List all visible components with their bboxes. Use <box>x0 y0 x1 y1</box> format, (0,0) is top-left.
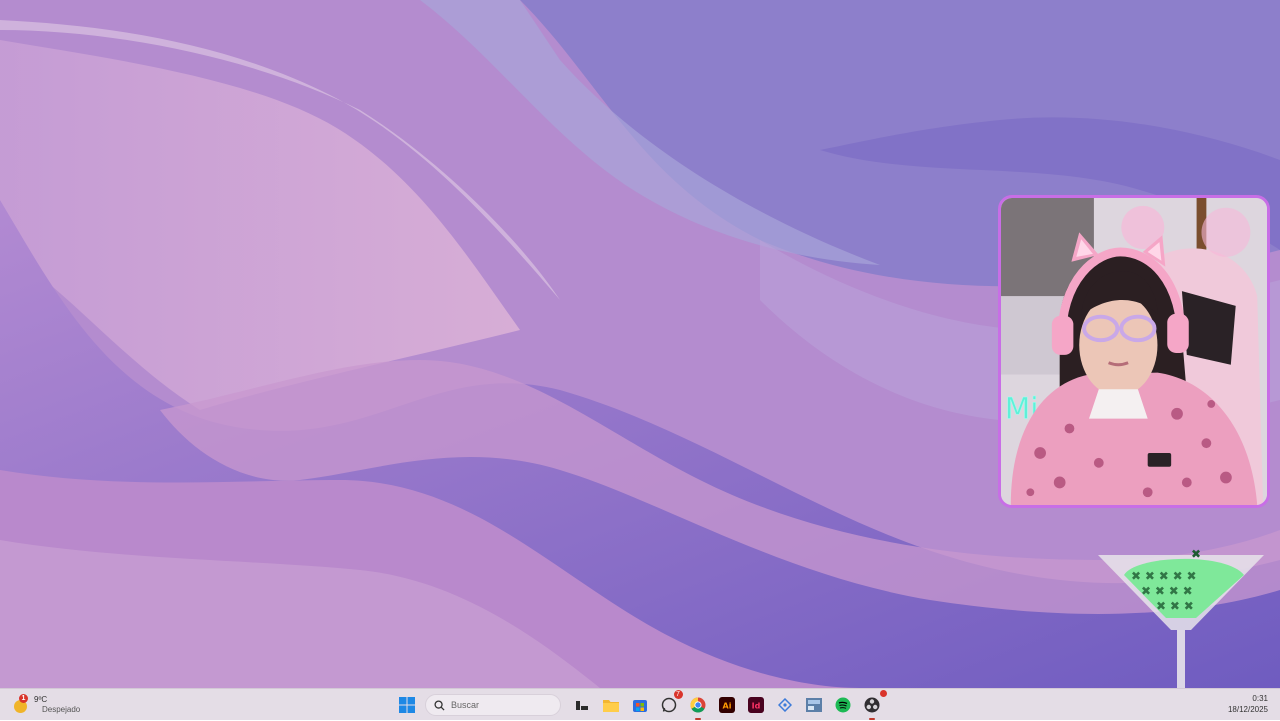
folder-icon <box>602 700 619 712</box>
svg-text:✖ ✖ ✖: ✖ ✖ ✖ <box>1156 599 1194 613</box>
weather-notification-badge: 1 <box>19 694 28 703</box>
chrome-button[interactable] <box>686 693 710 720</box>
search-icon <box>434 699 445 711</box>
spotify-icon <box>835 697 850 713</box>
weather-widget[interactable]: 1 9ºC Despejado <box>12 693 80 717</box>
search-placeholder: Buscar <box>451 700 480 710</box>
thumbnail-app-button[interactable] <box>802 693 826 717</box>
illustrator-button[interactable]: Ai <box>715 693 739 717</box>
weather-condition: Despejado <box>42 705 81 714</box>
webcam-image: Mi <box>1001 198 1267 505</box>
martini-glass-widget: ✖ ✖ ✖ ✖ ✖ ✖ ✖ ✖ ✖ ✖ ✖ ✖ ✖ <box>1098 547 1264 688</box>
svg-text:✖ ✖ ✖ ✖ ✖: ✖ ✖ ✖ ✖ ✖ <box>1131 569 1197 583</box>
microsoft-store-button[interactable] <box>628 693 652 717</box>
desktop[interactable]: Mi ✖ ✖ ✖ ✖ ✖ ✖ ✖ ✖ ✖ ✖ ✖ ✖ ✖ <box>0 0 1280 688</box>
taskbar-apps: Buscar 7 Ai Id <box>392 689 887 721</box>
obs-button[interactable] <box>860 690 887 720</box>
illustrator-label: Ai <box>722 702 731 711</box>
taskbar: 1 9ºC Despejado Buscar 7 Ai Id 0:31 18/1… <box>0 688 1280 720</box>
start-button[interactable] <box>395 693 419 717</box>
taskbar-search[interactable]: Buscar <box>425 694 561 716</box>
spotify-button[interactable] <box>831 693 855 717</box>
windows-logo-icon <box>398 697 415 713</box>
weather-temperature: 9ºC <box>34 695 48 704</box>
clock-date: 18/12/2025 <box>1227 705 1268 714</box>
indesign-icon: Id <box>747 697 764 713</box>
store-icon <box>632 700 647 712</box>
task-view-button[interactable] <box>570 693 594 717</box>
task-view-icon <box>575 701 588 710</box>
clock-time: 0:31 <box>1252 694 1268 703</box>
illustrator-icon: Ai <box>718 697 735 713</box>
indesign-button[interactable]: Id <box>744 693 768 717</box>
diamond-icon <box>777 698 792 712</box>
svg-text:✖ ✖ ✖ ✖: ✖ ✖ ✖ ✖ <box>1141 584 1193 598</box>
thumbnail-icon <box>805 698 822 712</box>
obs-recording-dot <box>879 690 887 697</box>
whatsapp-button[interactable]: 7 <box>657 690 683 717</box>
indesign-label: Id <box>751 702 760 711</box>
svg-text:✖: ✖ <box>1191 547 1201 561</box>
whatsapp-icon <box>661 697 676 713</box>
chrome-icon <box>689 697 705 713</box>
system-clock[interactable]: 0:31 18/12/2025 <box>1228 693 1268 715</box>
whatsapp-unread-badge: 7 <box>673 690 683 699</box>
diamond-app-button[interactable] <box>773 693 797 717</box>
obs-icon <box>864 697 879 713</box>
file-explorer-button[interactable] <box>599 693 623 717</box>
webcam-overlay: Mi <box>998 195 1270 508</box>
sun-icon: 1 <box>12 694 28 713</box>
